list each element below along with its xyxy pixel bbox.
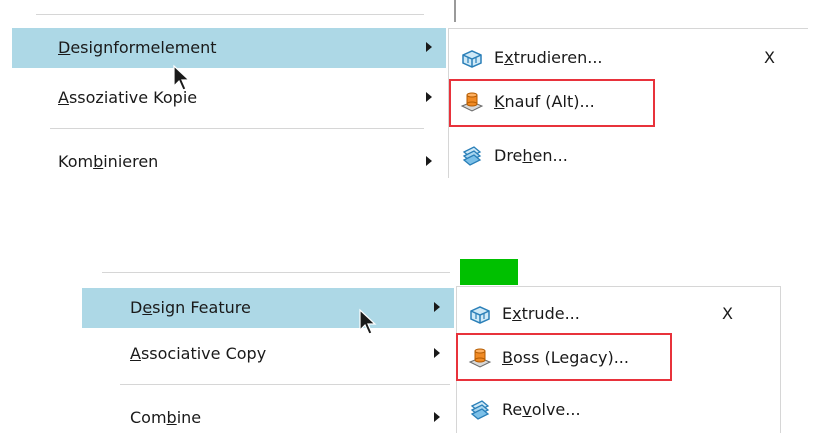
submenu-arrow-icon: [434, 412, 440, 422]
menu-separator: [36, 14, 424, 15]
menu-item-combine[interactable]: Combine: [82, 398, 454, 438]
submenu-item-label: Extrude...: [502, 304, 580, 323]
submenu-arrow-icon: [434, 302, 440, 312]
submenu-item-extrude[interactable]: Extrude... X: [458, 294, 778, 334]
shortcut-label: X: [722, 304, 733, 323]
submenu-top-border: [448, 28, 808, 29]
extrude-icon: [462, 50, 482, 68]
background-edge: [454, 0, 456, 22]
menu-item-label: Associative Copy: [130, 344, 267, 363]
menu-separator: [120, 384, 450, 385]
revolve-icon: [462, 146, 482, 166]
submenu-item-revolve[interactable]: Revolve...: [458, 390, 778, 430]
menu-item-design-feature[interactable]: Design Feature: [82, 288, 454, 328]
menu-separator: [50, 128, 424, 129]
mouse-cursor-icon: [359, 308, 377, 335]
submenu-item-label: Revolve...: [502, 400, 581, 419]
submenu-top-border: [456, 286, 780, 287]
menu-separator: [102, 272, 450, 273]
submenu-item-label: Extrudieren...: [494, 48, 603, 67]
submenu-arrow-icon: [426, 156, 432, 166]
menu-item-label: Design Feature: [130, 298, 251, 317]
shortcut-label: X: [764, 48, 775, 67]
submenu-right-border: [780, 286, 781, 433]
menu-item-associative-copy[interactable]: Associative Copy: [82, 334, 454, 374]
submenu-arrow-icon: [426, 92, 432, 102]
submenu-item-extrudieren[interactable]: Extrudieren... X: [450, 38, 808, 78]
extrude-icon: [470, 306, 490, 324]
submenu-item-label: Drehen...: [494, 146, 568, 165]
green-block: [460, 259, 518, 285]
menu-item-label: Designformelement: [58, 38, 217, 57]
highlight-callout-box: [456, 333, 672, 381]
submenu-item-drehen[interactable]: Drehen...: [450, 136, 808, 176]
menu-item-label: Combine: [130, 408, 202, 427]
mouse-cursor-icon: [173, 64, 191, 91]
highlight-callout-box: [449, 79, 655, 127]
submenu-arrow-icon: [426, 42, 432, 52]
menu-item-assoziative-kopie[interactable]: Assoziative Kopie: [12, 78, 446, 118]
menu-item-designformelement[interactable]: Designformelement: [12, 28, 446, 68]
menu-item-kombinieren[interactable]: Kombinieren: [12, 142, 446, 182]
menu-item-label: Kombinieren: [58, 152, 159, 171]
revolve-icon: [470, 400, 490, 420]
submenu-arrow-icon: [434, 348, 440, 358]
